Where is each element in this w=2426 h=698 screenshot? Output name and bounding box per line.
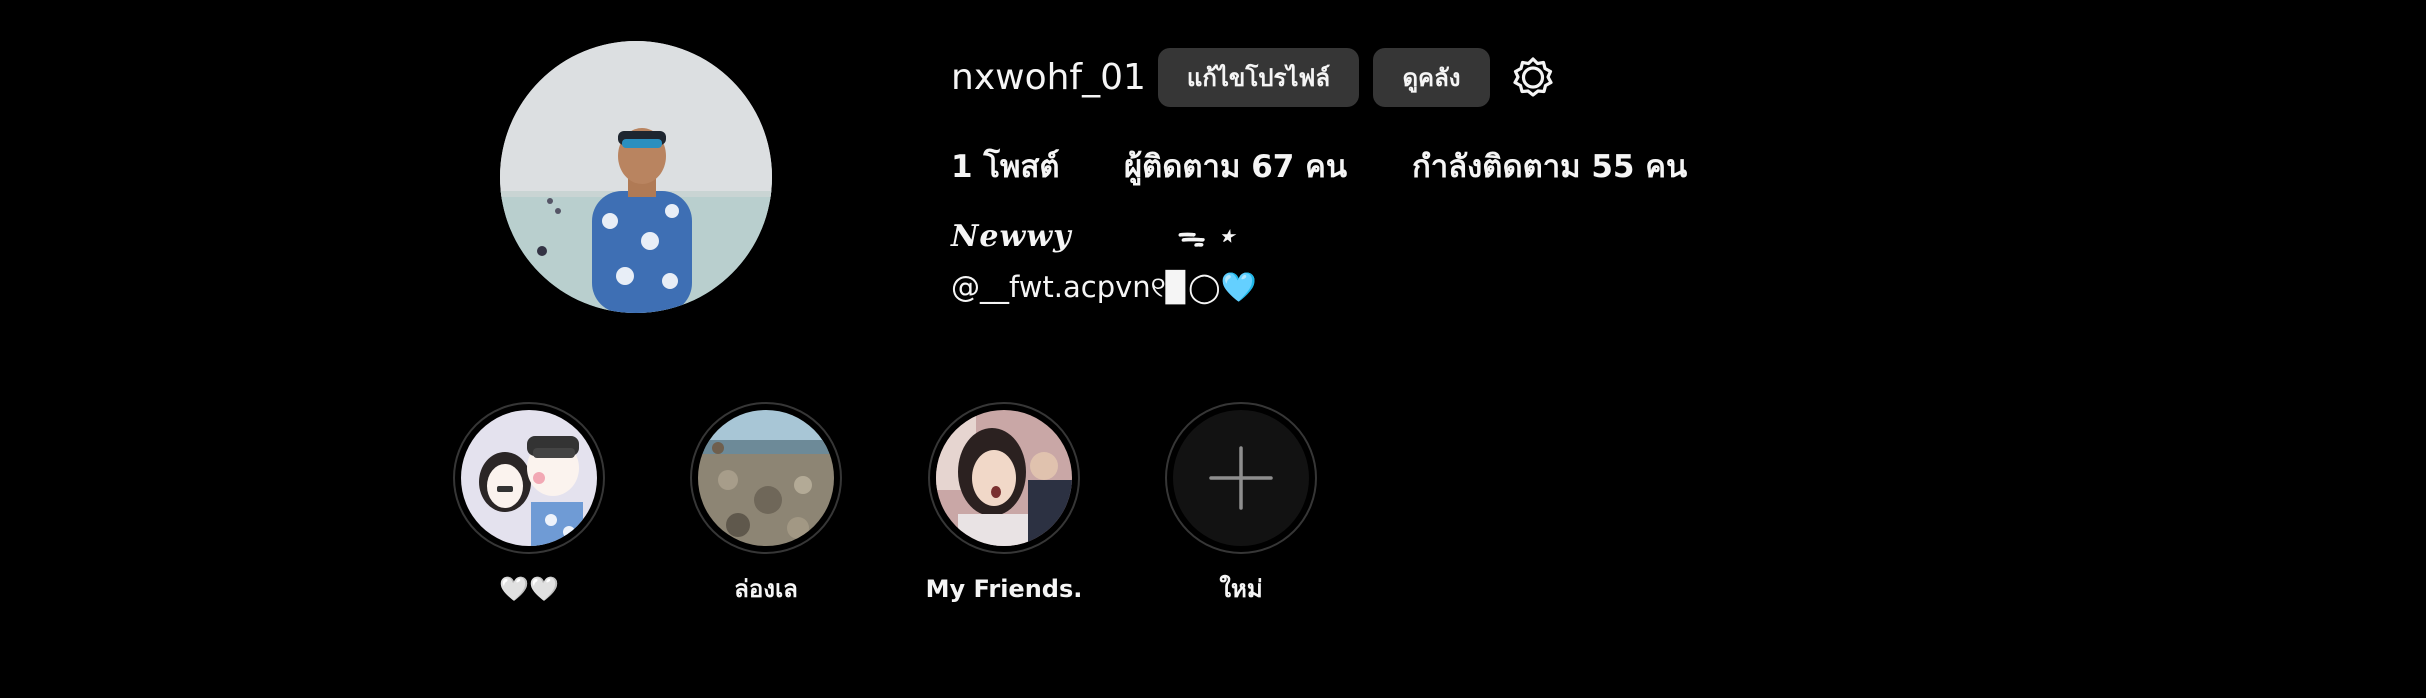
- posts-count: 1 โพสต์: [951, 149, 1060, 185]
- highlight-cover-ring: [1165, 402, 1317, 554]
- following-count[interactable]: กำลังติดตาม 55 คน: [1412, 147, 1687, 187]
- story-highlight[interactable]: 🤍🤍: [453, 402, 605, 604]
- profile-avatar[interactable]: [500, 41, 772, 313]
- highlight-label: 🤍🤍: [499, 575, 559, 603]
- story-highlight[interactable]: ล่องเล: [690, 402, 842, 604]
- plus-icon: [1209, 446, 1273, 510]
- highlight-label: My Friends.: [925, 575, 1083, 603]
- highlight-cover: [1173, 410, 1309, 546]
- highlight-cover: [461, 410, 597, 546]
- profile-username: nxwohf_01: [951, 57, 1146, 98]
- followers-count[interactable]: ผู้ติดตาม 67 คน: [1124, 147, 1347, 187]
- highlight-cover-ring: [453, 402, 605, 554]
- gear-icon[interactable]: [1510, 55, 1556, 101]
- highlight-label: ใหม่: [1219, 575, 1263, 603]
- edit-profile-button[interactable]: แก้ไขโปรไฟล์: [1158, 48, 1359, 107]
- highlight-cover-ring: [690, 402, 842, 554]
- bio-text: @__fwt.acpvn୧▉◯🩵: [951, 270, 1257, 304]
- bio-display-name: 𝑵𝒆𝒘𝒘𝒚 ᯓ ⋆: [951, 219, 1237, 254]
- view-archive-button[interactable]: ดูคลัง: [1373, 48, 1490, 107]
- highlight-label: ล่องเล: [734, 575, 798, 603]
- story-highlight[interactable]: My Friends.: [926, 402, 1082, 604]
- highlight-cover: [698, 410, 834, 546]
- avatar-photo: [500, 41, 772, 313]
- highlight-cover: [936, 410, 1072, 546]
- new-highlight-button[interactable]: ใหม่: [1165, 402, 1317, 604]
- highlight-cover-ring: [928, 402, 1080, 554]
